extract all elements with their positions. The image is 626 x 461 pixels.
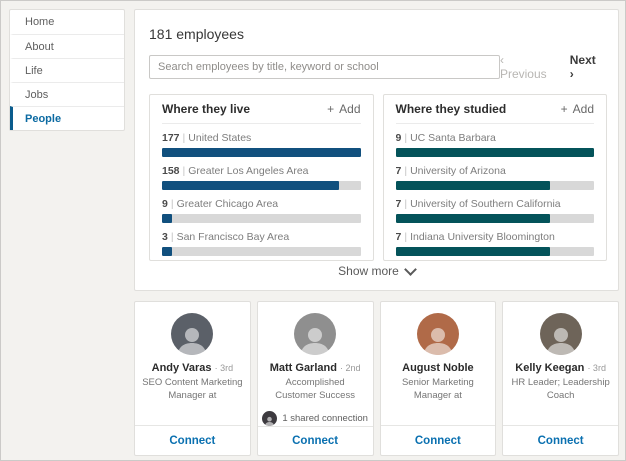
avatar[interactable] — [417, 313, 459, 355]
search-row: ‹ Previous Next › — [149, 53, 607, 81]
chevron-left-icon: ‹ — [500, 53, 504, 67]
facet-row[interactable]: 158|Greater Los Angeles Area — [162, 165, 361, 190]
bar-track — [162, 247, 361, 256]
bar-track — [396, 247, 595, 256]
bar-track — [162, 181, 361, 190]
insights-cards: Where they live +Add 177|United States 1… — [149, 94, 607, 261]
where-they-studied-card: Where they studied +Add 9|UC Santa Barba… — [383, 94, 608, 261]
plus-icon: + — [561, 102, 568, 116]
facet-row[interactable]: 9|Greater Chicago Area — [162, 198, 361, 223]
people-cards-row: Andy Varas · 3rd SEO Content Marketing M… — [134, 301, 619, 456]
previous-button[interactable]: ‹ Previous — [500, 53, 554, 81]
sidebar-item-people[interactable]: People — [10, 106, 124, 130]
bar-fill — [396, 214, 550, 223]
facet-row[interactable]: 177|United States — [162, 132, 361, 157]
bar-track — [396, 181, 595, 190]
connect-button[interactable]: Connect — [381, 425, 496, 455]
bar-fill — [162, 214, 172, 223]
person-name[interactable]: Matt Garland — [270, 362, 337, 374]
chevron-right-icon: › — [570, 67, 574, 81]
connect-button[interactable]: Connect — [258, 426, 373, 455]
sidebar-item-home[interactable]: Home — [10, 10, 124, 34]
person-card: Matt Garland · 2nd Accomplished Customer… — [257, 301, 374, 456]
add-facet-button[interactable]: +Add — [561, 102, 594, 116]
facet-row[interactable]: 9|UC Santa Barbara — [396, 132, 595, 157]
person-name[interactable]: August Noble — [402, 362, 474, 374]
bar-track — [396, 214, 595, 223]
sidebar-item-jobs[interactable]: Jobs — [10, 82, 124, 106]
facet-row[interactable]: 7|University of Southern California — [396, 198, 595, 223]
connect-button[interactable]: Connect — [503, 425, 618, 455]
avatar[interactable] — [294, 313, 336, 355]
employee-count-title: 181 employees — [149, 26, 607, 42]
employees-panel: 181 employees ‹ Previous Next › Where th… — [134, 9, 619, 291]
connection-degree: · 3rd — [215, 363, 234, 373]
connect-button[interactable]: Connect — [135, 425, 250, 455]
linkedin-people-page: Home About Life Jobs People 181 employee… — [0, 0, 626, 461]
avatar[interactable] — [171, 313, 213, 355]
person-name[interactable]: Andy Varas — [152, 362, 212, 374]
bar-fill — [396, 148, 595, 157]
person-headline: Senior Marketing Manager at SnackNation — [381, 377, 496, 403]
facet-row[interactable]: 3|San Francisco Bay Area — [162, 231, 361, 256]
shared-connections[interactable]: 1 shared connection — [262, 411, 368, 426]
person-card: Andy Varas · 3rd SEO Content Marketing M… — [134, 301, 251, 456]
where-they-live-card: Where they live +Add 177|United States 1… — [149, 94, 374, 261]
show-more-button[interactable]: Show more — [135, 258, 618, 284]
bar-fill — [396, 247, 550, 256]
chevron-down-icon — [404, 263, 417, 276]
bar-track — [162, 148, 361, 157]
connection-degree: · 3rd — [587, 363, 606, 373]
add-facet-button[interactable]: +Add — [327, 102, 360, 116]
person-card: Kelly Keegan · 3rd HR Leader; Leadership… — [502, 301, 619, 456]
bar-fill — [162, 148, 361, 157]
pagination: ‹ Previous Next › — [500, 53, 607, 81]
person-headline: SEO Content Marketing Manager at SnackNa… — [135, 377, 250, 403]
facet-title: Where they live — [162, 102, 250, 116]
sidebar-item-life[interactable]: Life — [10, 58, 124, 82]
person-name[interactable]: Kelly Keegan — [515, 362, 584, 374]
bar-fill — [162, 247, 172, 256]
bar-track — [396, 148, 595, 157]
facet-title: Where they studied — [396, 102, 507, 116]
bar-fill — [162, 181, 339, 190]
connection-degree: · 2nd — [340, 363, 361, 373]
person-headline: Accomplished Customer Success leader foc… — [258, 377, 373, 402]
bar-track — [162, 214, 361, 223]
employee-search-input[interactable] — [149, 55, 500, 79]
next-button[interactable]: Next › — [570, 53, 603, 81]
facet-row[interactable]: 7|Indiana University Bloomington — [396, 231, 595, 256]
bar-fill — [396, 181, 550, 190]
sidebar-item-about[interactable]: About — [10, 34, 124, 58]
company-page-nav: Home About Life Jobs People — [9, 9, 125, 131]
person-headline: HR Leader; Leadership Coach — [503, 377, 618, 403]
plus-icon: + — [327, 102, 334, 116]
shared-connection-avatar — [262, 411, 277, 426]
facet-row[interactable]: 7|University of Arizona — [396, 165, 595, 190]
person-card: August Noble Senior Marketing Manager at… — [380, 301, 497, 456]
avatar[interactable] — [540, 313, 582, 355]
